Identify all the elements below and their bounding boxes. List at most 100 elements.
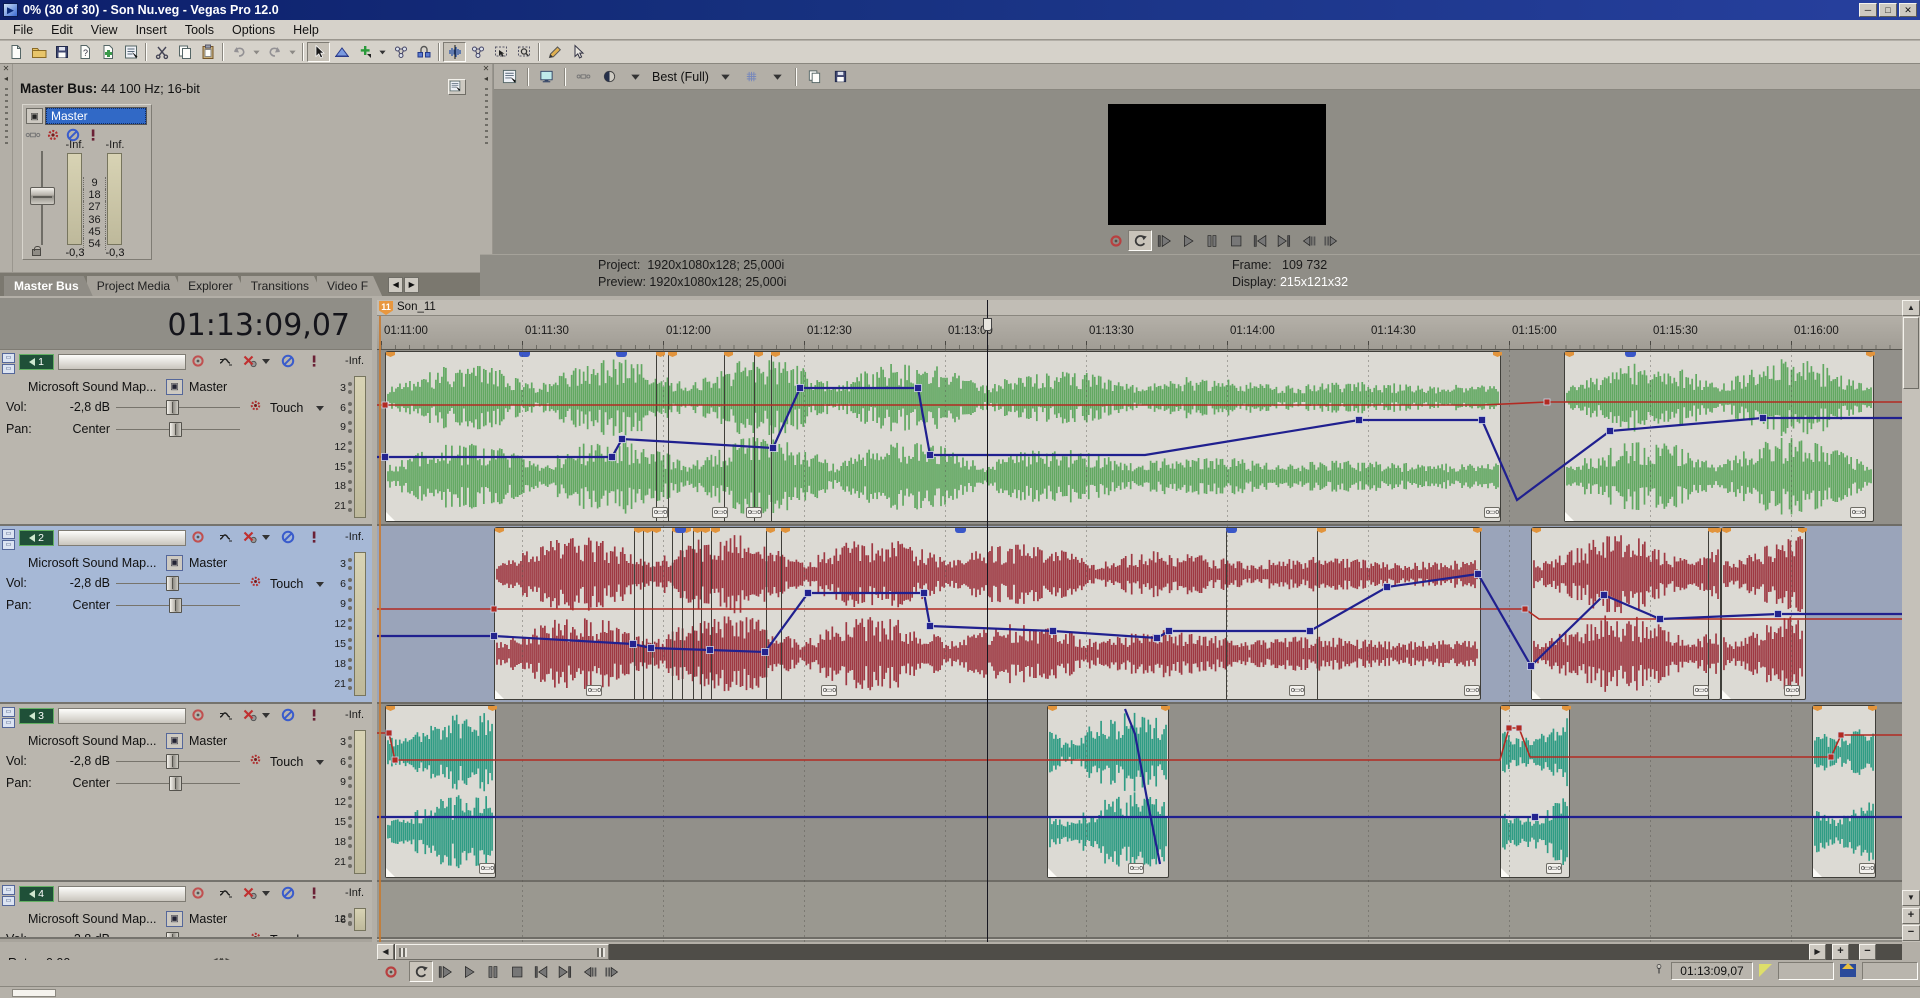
bus-view-button[interactable]: ▣ — [26, 108, 43, 124]
pan-slider-thumb[interactable] — [169, 422, 182, 437]
audio-event[interactable]: o▭ o — [1812, 705, 1876, 878]
dock-close-icon[interactable]: ✕ — [0, 64, 12, 74]
solo-button[interactable] — [306, 885, 324, 903]
dock-close-icon[interactable]: ✕ — [480, 64, 492, 74]
volume-slider-thumb[interactable] — [166, 754, 179, 769]
audio-event[interactable]: o▭ o — [1721, 527, 1806, 700]
pan-slider-thumb[interactable] — [169, 598, 182, 613]
track-name-field[interactable] — [58, 708, 186, 724]
time-ruler[interactable]: 01:11:0001:11:3001:12:0001:12:3001:13:00… — [377, 316, 1902, 350]
master-name-field[interactable]: Master — [46, 108, 146, 124]
arm-record-button[interactable] — [190, 529, 208, 547]
arm-record-button[interactable] — [190, 885, 208, 903]
track-fx-button[interactable] — [242, 885, 260, 903]
scroll-thumb-grip-left[interactable] — [399, 948, 407, 957]
event-fx-button[interactable]: o▭ o — [586, 685, 602, 696]
scroll-thumb-grip-right[interactable] — [597, 948, 605, 957]
tab-explorer[interactable]: Explorer — [178, 276, 247, 296]
marker-bar[interactable]: 11 Son_11 — [377, 300, 1902, 316]
undo-list-button[interactable] — [250, 42, 263, 62]
fx-menu-caret-icon[interactable] — [262, 891, 270, 900]
go-to-end-button[interactable] — [553, 961, 577, 982]
edit-details-button[interactable] — [119, 42, 142, 62]
step-forward-button[interactable] — [1320, 230, 1344, 251]
menu-file[interactable]: File — [4, 21, 42, 39]
vertical-scrollbar[interactable]: ▲ ▼ + − — [1902, 300, 1920, 942]
event-fx-button[interactable]: o▭ o — [1289, 685, 1305, 696]
record-button[interactable] — [1104, 230, 1128, 251]
event-fx-button[interactable]: o▭ o — [821, 685, 837, 696]
play-button[interactable] — [457, 961, 481, 982]
track-fx-button[interactable] — [242, 529, 260, 547]
volume-slider-thumb[interactable] — [166, 576, 179, 591]
bus-list-menu-button[interactable] — [448, 79, 466, 95]
new-project-button[interactable] — [4, 42, 27, 62]
go-to-start-button[interactable] — [1248, 230, 1272, 251]
tab-master-bus[interactable]: Master Bus — [4, 276, 93, 296]
dock-grip[interactable] — [5, 88, 8, 148]
track-automation-button[interactable] — [218, 885, 236, 903]
menu-options[interactable]: Options — [223, 21, 284, 39]
event-fade-corner-icon[interactable] — [1722, 690, 1731, 699]
automation-settings-button[interactable] — [248, 930, 266, 939]
selection-start-box[interactable] — [1778, 962, 1834, 980]
overlay-menu-button[interactable] — [766, 67, 789, 87]
menu-edit[interactable]: Edit — [42, 21, 82, 39]
redo-list-button[interactable] — [286, 42, 299, 62]
loop-button[interactable] — [1128, 230, 1152, 251]
track-automation-button[interactable] — [218, 529, 236, 547]
pan-slider-thumb[interactable] — [169, 776, 182, 791]
track-zoom-out-button[interactable]: − — [1902, 925, 1920, 941]
tab-scroll-left-button[interactable]: ◀ — [388, 277, 403, 293]
vertical-scroll-thumb[interactable] — [1903, 317, 1919, 389]
track-restore-button[interactable]: ▭ — [2, 896, 15, 906]
external-monitor-button[interactable] — [535, 67, 558, 87]
lock-envelopes-to-events-button[interactable] — [412, 42, 435, 62]
track-fx-button[interactable] — [242, 707, 260, 725]
selection-length-box[interactable] — [1862, 962, 1918, 980]
cut-button[interactable] — [150, 42, 173, 62]
play-from-start-button[interactable] — [433, 961, 457, 982]
scroll-down-button[interactable]: ▼ — [1902, 890, 1920, 906]
copy-frame-button[interactable] — [803, 67, 826, 87]
track-name-field[interactable] — [58, 354, 186, 370]
edit-tool-menu-button[interactable] — [376, 42, 389, 62]
event-fx-button[interactable]: o▭ o — [652, 507, 668, 518]
insert-fx-button[interactable] — [25, 127, 41, 143]
horizontal-scroll-thumb[interactable] — [395, 944, 609, 960]
solo-button[interactable] — [306, 707, 324, 725]
track-zoom-in-button[interactable]: + — [1902, 908, 1920, 924]
track-minimize-button[interactable]: ▭ — [2, 885, 15, 895]
redo-button[interactable] — [263, 42, 286, 62]
fx-menu-caret-icon[interactable] — [262, 359, 270, 368]
automation-mode-value[interactable]: Touch — [270, 755, 303, 769]
track-minimize-button[interactable]: ▭ — [2, 529, 15, 539]
audio-event[interactable]: o▭ o — [1047, 705, 1169, 878]
zoom-edit-tool-button[interactable] — [512, 42, 535, 62]
paste-button[interactable] — [196, 42, 219, 62]
track-automation-button[interactable] — [218, 707, 236, 725]
mute-button[interactable] — [280, 353, 298, 371]
track-restore-button[interactable]: ▭ — [2, 718, 15, 728]
track-minimize-button[interactable]: ▭ — [2, 707, 15, 717]
timeline-track-lane-2[interactable]: o▭ oo▭ oo▭ oo▭ oo▭ oo▭ o — [377, 526, 1902, 704]
video-fx-button[interactable] — [572, 67, 595, 87]
event-fx-button[interactable]: o▭ o — [1850, 507, 1866, 518]
mute-button[interactable] — [280, 707, 298, 725]
automation-settings-button[interactable] — [248, 752, 266, 770]
dock-pin-icon[interactable]: ◂ — [0, 74, 12, 84]
volume-slider-thumb[interactable] — [166, 400, 179, 415]
volume-slider[interactable] — [116, 583, 240, 584]
automation-mode-caret-icon[interactable] — [316, 938, 324, 939]
bus-assign-button[interactable]: ▣ — [166, 555, 183, 571]
bus-assign-button[interactable]: ▣ — [166, 379, 183, 395]
tab-scroll-right-button[interactable]: ▶ — [404, 277, 419, 293]
go-to-start-button[interactable] — [529, 961, 553, 982]
automation-mode-value[interactable]: Touch — [270, 577, 303, 591]
track-header-2[interactable]: ▭▭2-Inf.Microsoft Sound Map...▣MasterVol… — [0, 526, 372, 704]
event-fx-button[interactable]: o▭ o — [1484, 507, 1500, 518]
fx-menu-caret-icon[interactable] — [262, 535, 270, 544]
envelope-edit-tool-button[interactable] — [330, 42, 353, 62]
event-fx-button[interactable]: o▭ o — [1464, 685, 1480, 696]
event-fx-button[interactable]: o▭ o — [712, 507, 728, 518]
